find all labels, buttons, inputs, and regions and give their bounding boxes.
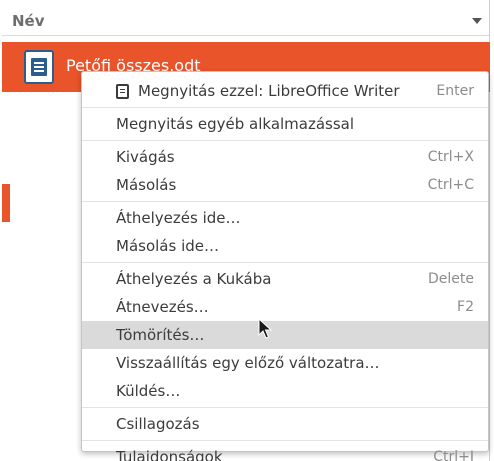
writer-document-icon: [116, 84, 129, 99]
column-header-name[interactable]: Név: [2, 6, 490, 36]
menu-item-restore-previous[interactable]: Visszaállítás egy előző változatra…: [82, 349, 488, 377]
menu-item-cut[interactable]: Kivágás Ctrl+X: [82, 143, 488, 171]
menu-item-open-with-writer[interactable]: Megnyitás ezzel: LibreOffice Writer Ente…: [82, 77, 488, 105]
menu-item-send[interactable]: Küldés…: [82, 377, 488, 405]
menu-item-label: Másolás ide…: [116, 237, 219, 255]
menu-separator: [82, 262, 488, 263]
menu-separator: [82, 107, 488, 108]
menu-item-rename[interactable]: Átnevezés… F2: [82, 293, 488, 321]
menu-item-move-to-trash[interactable]: Áthelyezés a Kukába Delete: [82, 265, 488, 293]
menu-item-shortcut: Ctrl+X: [427, 149, 474, 165]
menu-item-label: Megnyitás ezzel: LibreOffice Writer: [138, 82, 400, 100]
menu-item-label: Tulajdonságok: [116, 448, 223, 461]
menu-separator: [82, 440, 488, 441]
menu-item-move-to[interactable]: Áthelyezés ide…: [82, 204, 488, 232]
menu-item-properties[interactable]: Tulajdonságok Ctrl+I: [82, 443, 488, 461]
menu-item-label: Másolás: [116, 176, 177, 194]
menu-item-shortcut: Ctrl+C: [427, 177, 474, 193]
document-icon: [24, 50, 54, 84]
menu-item-copy-to[interactable]: Másolás ide…: [82, 232, 488, 260]
selection-strip: [2, 184, 10, 222]
menu-item-label: Áthelyezés ide…: [116, 209, 241, 227]
menu-separator: [82, 407, 488, 408]
menu-item-shortcut: Enter: [436, 83, 474, 99]
menu-item-shortcut: Delete: [428, 271, 474, 287]
menu-item-label: Átnevezés…: [116, 298, 209, 316]
menu-item-label: Visszaállítás egy előző változatra…: [116, 354, 380, 372]
sort-arrow-icon[interactable]: [472, 18, 482, 24]
menu-item-shortcut: Ctrl+I: [433, 449, 474, 461]
mouse-pointer-icon: [258, 318, 273, 339]
menu-item-copy[interactable]: Másolás Ctrl+C: [82, 171, 488, 199]
menu-separator: [82, 201, 488, 202]
menu-item-shortcut: F2: [457, 299, 474, 315]
menu-item-open-with-other[interactable]: Megnyitás egyéb alkalmazással: [82, 110, 488, 138]
column-header-label: Név: [12, 12, 45, 30]
menu-item-star[interactable]: Csillagozás: [82, 410, 488, 438]
menu-item-label: Kivágás: [116, 148, 175, 166]
menu-separator: [82, 140, 488, 141]
menu-item-compress[interactable]: Tömörítés…: [82, 321, 488, 349]
menu-item-label: Csillagozás: [116, 415, 200, 433]
menu-item-label: Tömörítés…: [116, 326, 205, 344]
menu-item-label: Áthelyezés a Kukába: [116, 270, 272, 288]
context-menu: Megnyitás ezzel: LibreOffice Writer Ente…: [81, 71, 489, 461]
menu-item-label: Megnyitás egyéb alkalmazással: [116, 115, 355, 133]
menu-item-label: Küldés…: [116, 382, 181, 400]
file-manager-window: Név Petőfi összes.odt Megnyitás ezzel: L…: [0, 0, 494, 461]
